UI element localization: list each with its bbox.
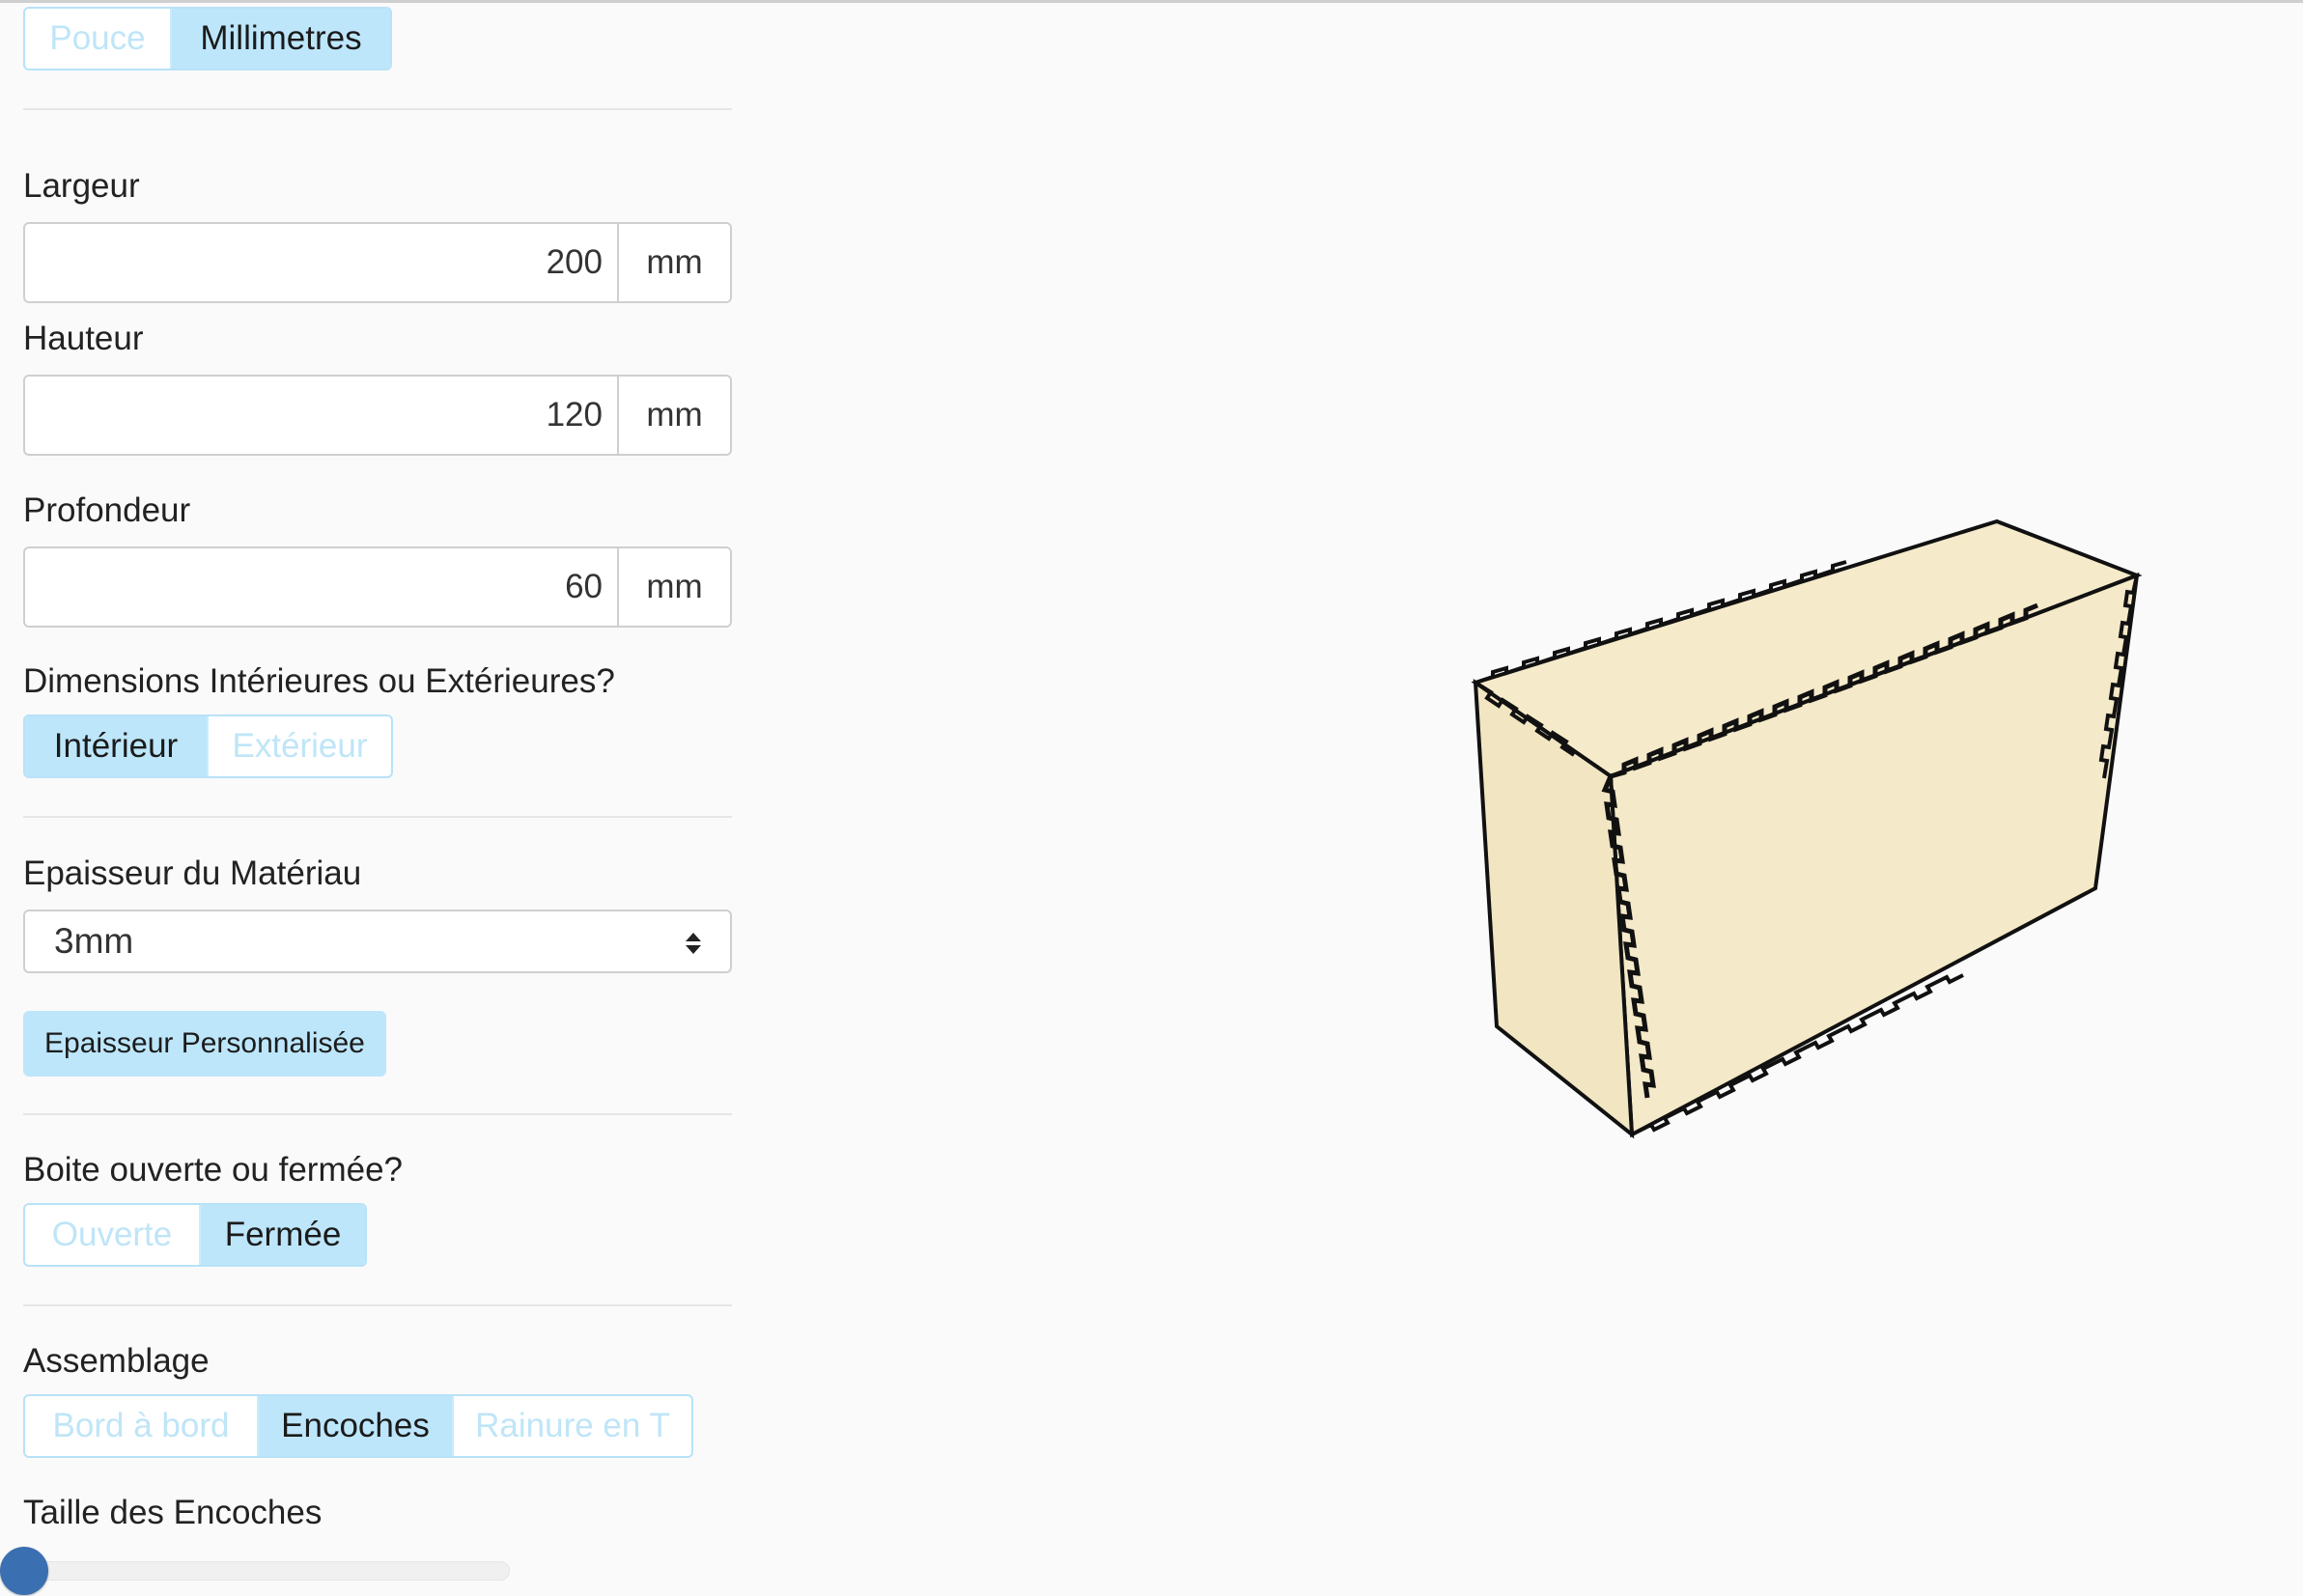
width-field: 200 mm [23, 222, 732, 303]
material-select-value: 3mm [54, 921, 134, 961]
box-type-toggle: Ouverte Fermée [23, 1203, 367, 1267]
notch-size-label: Taille des Encoches [23, 1494, 323, 1531]
box-3d-preview[interactable] [1448, 502, 2163, 1159]
height-unit: mm [617, 377, 730, 454]
box-type-option-fermee[interactable]: Fermée [201, 1205, 365, 1265]
dimension-option-exterieur[interactable]: Extérieur [209, 716, 391, 776]
assembly-option-bord-a-bord[interactable]: Bord à bord [25, 1396, 259, 1456]
height-field: 120 mm [23, 375, 732, 456]
depth-unit: mm [617, 548, 730, 626]
dimension-option-interieur[interactable]: Intérieur [25, 716, 209, 776]
depth-label: Profondeur [23, 491, 191, 529]
divider [23, 1304, 732, 1306]
dimension-mode-label: Dimensions Intérieures ou Extérieures? [23, 662, 615, 700]
material-select[interactable]: 3mm [23, 910, 732, 973]
divider [23, 108, 732, 110]
material-label: Epaisseur du Matériau [23, 854, 362, 892]
depth-input[interactable]: 60 [25, 548, 617, 626]
settings-panel: Pouce Millimetres Largeur 200 mm Hauteur… [0, 0, 732, 1596]
width-input[interactable]: 200 [25, 224, 617, 301]
notch-size-slider-handle[interactable] [0, 1547, 48, 1595]
height-input[interactable]: 120 [25, 377, 617, 454]
units-option-pouce[interactable]: Pouce [25, 9, 172, 69]
height-label: Hauteur [23, 320, 144, 357]
depth-field: 60 mm [23, 546, 732, 628]
box-type-label: Boite ouverte ou fermée? [23, 1151, 404, 1189]
divider [23, 816, 732, 818]
assembly-option-encoches[interactable]: Encoches [259, 1396, 454, 1456]
units-toggle: Pouce Millimetres [23, 7, 392, 70]
assembly-label: Assemblage [23, 1342, 210, 1380]
box-type-option-ouverte[interactable]: Ouverte [25, 1205, 201, 1265]
width-label: Largeur [23, 167, 140, 205]
divider [23, 1113, 732, 1115]
width-unit: mm [617, 224, 730, 301]
units-option-millimetres[interactable]: Millimetres [172, 9, 390, 69]
dimension-mode-toggle: Intérieur Extérieur [23, 714, 393, 778]
assembly-option-rainure-en-t[interactable]: Rainure en T [454, 1396, 691, 1456]
select-arrows-icon [686, 933, 701, 954]
assembly-toggle: Bord à bord Encoches Rainure en T [23, 1394, 693, 1458]
notch-size-slider[interactable] [23, 1561, 510, 1581]
custom-thickness-button[interactable]: Epaisseur Personnalisée [23, 1011, 386, 1077]
box-3d-render [1471, 518, 2143, 1139]
